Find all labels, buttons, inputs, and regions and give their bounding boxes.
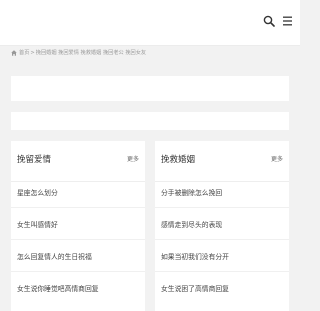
- breadcrumb-home-link[interactable]: 首页: [19, 50, 29, 56]
- list-item: 分手被删除怎么挽回: [155, 182, 289, 208]
- content-band: [11, 112, 289, 130]
- home-icon: [11, 49, 17, 56]
- list-item: 感情走到尽头的表现: [155, 214, 289, 240]
- menu-icon[interactable]: [283, 16, 292, 26]
- left-column-header: 挽留爱情 更多: [11, 141, 145, 182]
- list-item-link[interactable]: 星座怎么划分: [17, 189, 58, 198]
- list-item-link[interactable]: 女生说你睡觉吧高情商回复: [17, 285, 99, 294]
- breadcrumb-separator: >: [30, 50, 35, 56]
- list-item: 女生说困了高情商回复: [155, 278, 289, 303]
- left-column-more-link[interactable]: 更多: [127, 156, 139, 164]
- list-item-link[interactable]: 怎么回复情人的生日祝福: [17, 253, 92, 262]
- breadcrumb: 首页>挽回婚姻 挽回爱情 挽救婚姻 挽回老公 挽回女友: [11, 48, 146, 58]
- breadcrumb-path[interactable]: 挽回婚姻 挽回爱情 挽救婚姻 挽回老公 挽回女友: [36, 50, 146, 56]
- right-column-panel: 挽救婚姻 更多 分手被删除怎么挽回 感情走到尽头的表现 如果当初我们没有分开 女…: [155, 141, 289, 311]
- list-item-link[interactable]: 如果当初我们没有分开: [161, 253, 229, 262]
- list-item-link[interactable]: 感情走到尽头的表现: [161, 221, 222, 230]
- left-column-title: 挽留爱情: [17, 155, 52, 165]
- left-column-panel: 挽留爱情 更多 星座怎么划分 女生叫感情好 怎么回复情人的生日祝福 女生说你睡觉…: [11, 141, 145, 311]
- right-column-header: 挽救婚姻 更多: [155, 141, 289, 182]
- list-item: 星座怎么划分: [11, 182, 145, 208]
- list-item: 如果当初我们没有分开: [155, 246, 289, 272]
- list-item-link[interactable]: 分手被删除怎么挽回: [161, 189, 222, 198]
- content-band: [11, 76, 289, 101]
- list-item: 女生说你睡觉吧高情商回复: [11, 278, 145, 303]
- list-item-link[interactable]: 女生叫感情好: [17, 221, 58, 230]
- list-item: 怎么回复情人的生日祝福: [11, 246, 145, 272]
- right-column-title: 挽救婚姻: [161, 155, 196, 165]
- right-column-more-link[interactable]: 更多: [271, 156, 283, 164]
- list-item: 女生叫感情好: [11, 214, 145, 240]
- list-item-link[interactable]: 女生说困了高情商回复: [161, 285, 229, 294]
- search-icon[interactable]: [263, 15, 275, 27]
- top-navigation-bar: [0, 0, 300, 46]
